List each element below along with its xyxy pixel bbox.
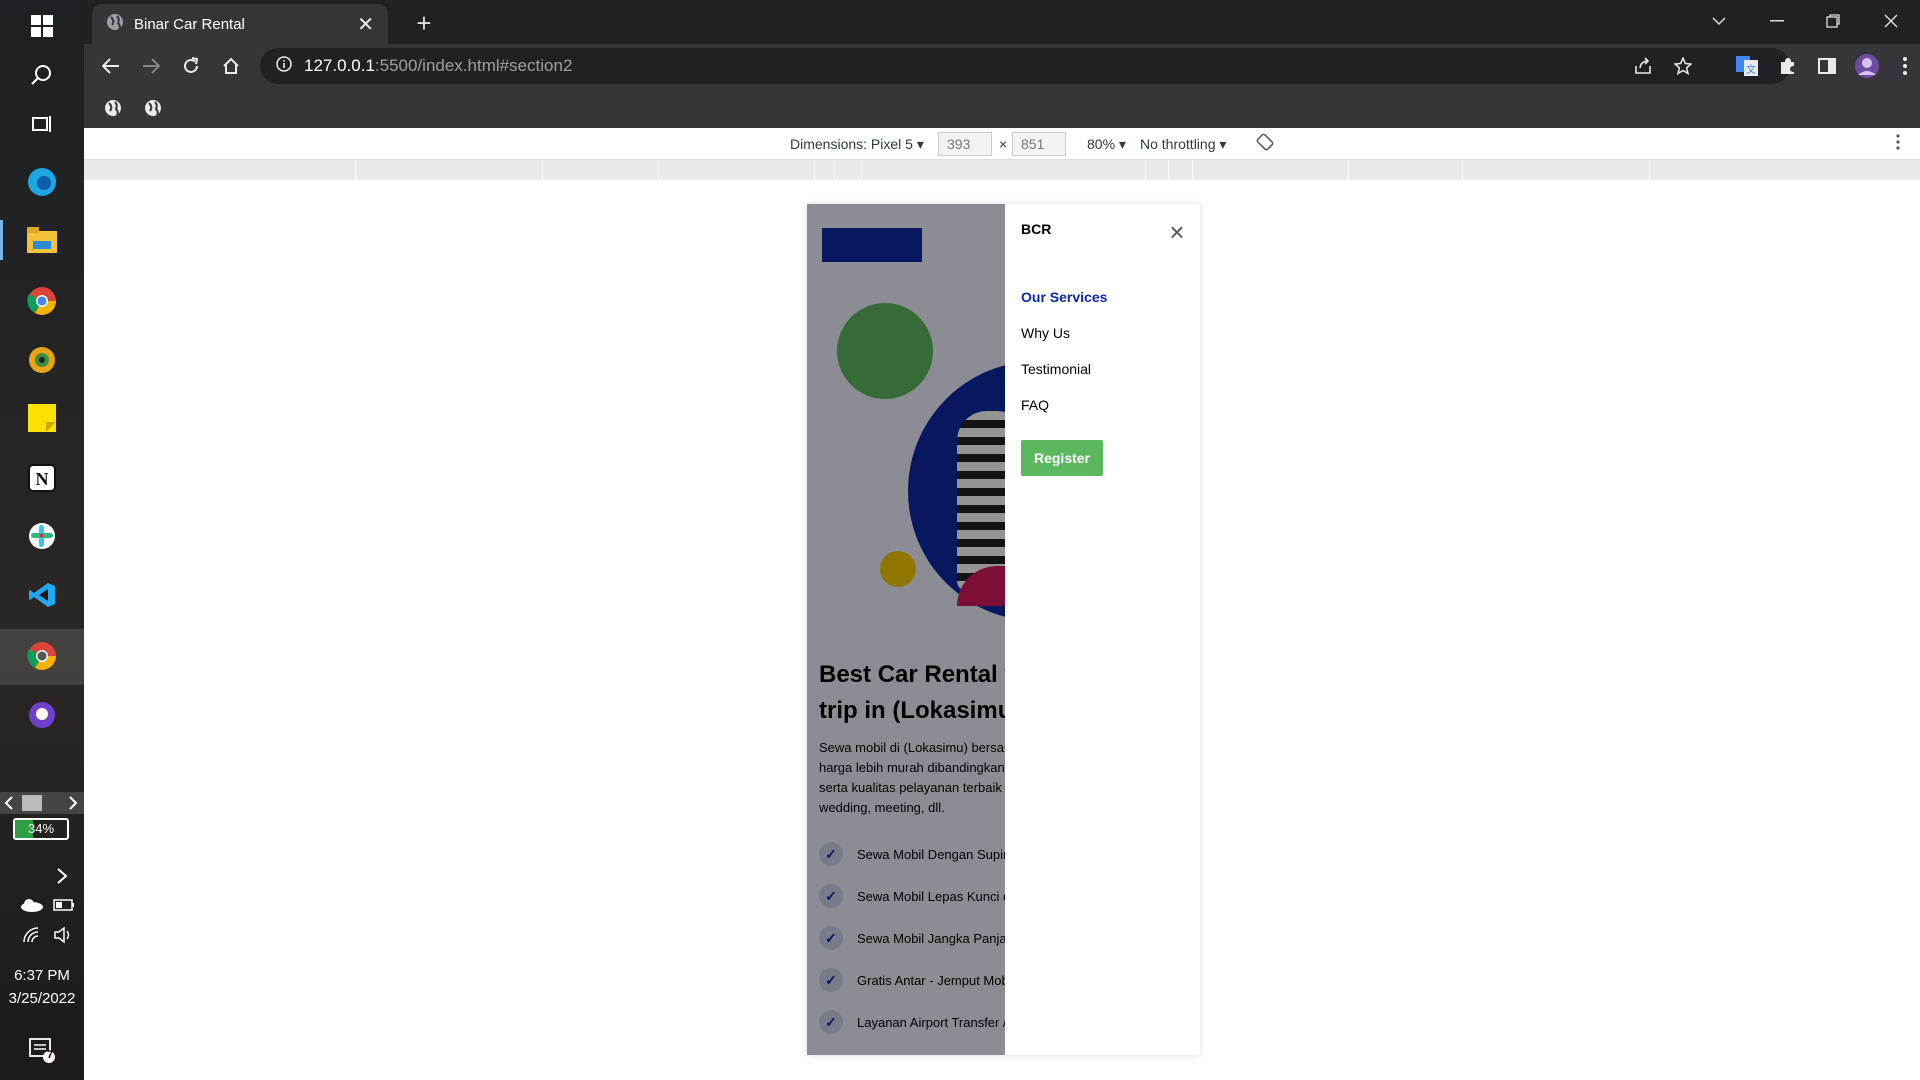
forward-icon[interactable] xyxy=(136,51,166,81)
zoom-dropdown[interactable]: 80% ▾ xyxy=(1087,136,1126,153)
globe-icon xyxy=(106,13,124,35)
device-menu-icon[interactable] xyxy=(1896,134,1900,153)
bookmark-globe-icon[interactable] xyxy=(101,96,125,120)
viewport-width-input[interactable]: 393 xyxy=(938,132,992,156)
bookmarks-bar xyxy=(84,88,1920,128)
vscode-icon[interactable] xyxy=(22,575,62,615)
back-icon[interactable] xyxy=(96,51,126,81)
bookmark-star-icon[interactable] xyxy=(1668,51,1698,81)
svg-text:N: N xyxy=(36,469,49,489)
edge-icon[interactable] xyxy=(22,162,62,202)
side-panel-icon[interactable] xyxy=(1812,51,1842,81)
register-button[interactable]: Register xyxy=(1021,440,1103,476)
extensions-icon[interactable] xyxy=(1772,51,1802,81)
menu-item-why-us[interactable]: Why Us xyxy=(1021,325,1070,341)
info-icon[interactable] xyxy=(276,55,292,77)
notion-icon[interactable]: N xyxy=(22,458,62,498)
restore-icon[interactable] xyxy=(1818,6,1848,36)
viewport-area: Best Car Rental for any kind of trip in … xyxy=(84,180,1920,1080)
task-view-icon[interactable] xyxy=(22,104,62,144)
sticky-notes-icon[interactable] xyxy=(22,398,62,438)
github-desktop-icon[interactable] xyxy=(22,695,62,735)
network-icon[interactable] xyxy=(18,915,46,955)
device-toolbar: Dimensions: Pixel 5 ▾ 393 × 851 80% ▾ No… xyxy=(84,128,1920,160)
close-menu-button[interactable]: × xyxy=(1165,219,1189,245)
rotate-icon[interactable] xyxy=(1256,133,1274,154)
zoom-label: 80% xyxy=(1087,136,1116,152)
windows-taskbar: N 34% 6:37 PM 3/25/2022 7 xyxy=(0,0,84,1080)
viewport-height-input[interactable]: 851 xyxy=(1012,132,1066,156)
notifications-icon[interactable]: 7 xyxy=(22,1030,62,1070)
volume-icon[interactable] xyxy=(50,915,78,955)
menu-item-testimonial[interactable]: Testimonial xyxy=(1021,361,1091,377)
windows-start-icon[interactable] xyxy=(22,6,62,46)
browser-chrome: Binar Car Rental ✕ + 127.0.0.1:5500/ind… xyxy=(84,0,1920,128)
address-bar[interactable]: 127.0.0.1:5500/index.html#section2 xyxy=(260,48,1790,84)
clock-date[interactable]: 3/25/2022 xyxy=(0,990,84,1007)
notification-count: 7 xyxy=(47,1049,54,1061)
active-indicator xyxy=(0,220,3,260)
browser-toolbar: 127.0.0.1:5500/index.html#section2 文 xyxy=(84,44,1920,88)
throttling-dropdown[interactable]: No throttling ▾ xyxy=(1140,136,1226,153)
battery-indicator: 34% xyxy=(13,818,69,840)
share-icon[interactable] xyxy=(1628,51,1658,81)
offcanvas-backdrop[interactable] xyxy=(807,204,1005,1055)
clock-time[interactable]: 6:37 PM xyxy=(0,967,84,984)
close-tab-icon[interactable]: ✕ xyxy=(357,12,374,37)
menu-item-faq[interactable]: FAQ xyxy=(1021,397,1049,413)
battery-percent: 34% xyxy=(27,821,55,836)
profile-avatar[interactable] xyxy=(1852,51,1882,81)
menu-brand: BCR xyxy=(1021,221,1052,237)
reload-icon[interactable] xyxy=(176,51,206,81)
offcanvas-menu: BCR × Our Services Why Us Testimonial FA… xyxy=(1005,204,1200,1055)
emulated-device: Best Car Rental for any kind of trip in … xyxy=(807,204,1200,1055)
dimension-separator: × xyxy=(999,136,1008,152)
url-path: :5500/index.html#section2 xyxy=(374,56,573,75)
tab-strip: Binar Car Rental ✕ + xyxy=(84,0,1920,44)
google-translate-icon[interactable]: 文 xyxy=(1732,51,1762,81)
browser-menu-icon[interactable] xyxy=(1890,51,1920,81)
menu-item-our-services[interactable]: Our Services xyxy=(1021,289,1107,305)
home-icon[interactable] xyxy=(216,51,246,81)
tab-title: Binar Car Rental xyxy=(134,15,245,33)
app-chameleon-icon[interactable] xyxy=(22,340,62,380)
new-tab-button[interactable]: + xyxy=(409,8,439,38)
bookmark-globe-icon[interactable] xyxy=(141,96,165,120)
browser-tab[interactable]: Binar Car Rental ✕ xyxy=(92,4,388,44)
search-icon[interactable] xyxy=(22,55,62,95)
tab-search-icon[interactable] xyxy=(1704,6,1734,36)
media-query-ruler[interactable] xyxy=(84,160,1920,180)
taskbar-scroller[interactable] xyxy=(0,792,84,814)
throttling-label: No throttling xyxy=(1140,136,1216,152)
chrome-icon[interactable] xyxy=(22,281,62,321)
file-explorer-icon[interactable] xyxy=(22,220,62,260)
url-host: 127.0.0.1 xyxy=(304,56,375,75)
slack-icon[interactable] xyxy=(22,516,62,556)
close-window-icon[interactable] xyxy=(1876,6,1906,36)
chrome-dev-icon[interactable] xyxy=(22,636,62,676)
dimensions-label: Dimensions: Pixel 5 xyxy=(790,136,913,152)
svg-text:文: 文 xyxy=(1746,63,1756,76)
minimize-icon[interactable] xyxy=(1762,6,1792,36)
dimensions-dropdown[interactable]: Dimensions: Pixel 5 ▾ xyxy=(790,136,924,153)
